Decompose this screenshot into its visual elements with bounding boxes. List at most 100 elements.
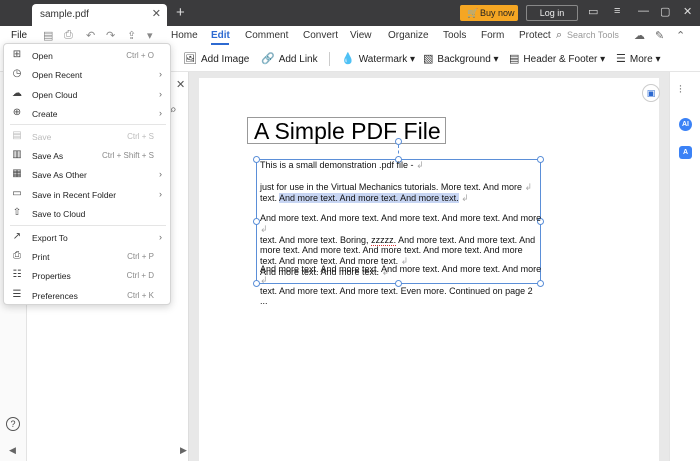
header-footer-icon: ▤ xyxy=(509,53,520,65)
shortcut-label: Ctrl + O xyxy=(126,51,154,60)
minimize-icon[interactable]: — xyxy=(638,5,649,17)
menu-separator xyxy=(10,124,166,125)
file-menu-label: Properties xyxy=(32,271,71,281)
line-1: This is a small demonstration .pdf file … xyxy=(260,160,414,170)
file-menu-item-open-cloud[interactable]: ☁ Open Cloud › xyxy=(8,86,168,104)
translate-icon[interactable]: A xyxy=(679,146,692,159)
customize-icon[interactable]: ▾ xyxy=(147,29,153,42)
add-image-button[interactable]: 🖼 Add Image xyxy=(183,52,249,65)
close-panel-icon[interactable]: ✕ xyxy=(176,78,185,91)
p3-line-2b: And more text. And more text. And xyxy=(398,234,536,245)
print-icon[interactable]: ⎙ xyxy=(64,29,73,42)
add-link-label: Add Link xyxy=(278,54,318,65)
close-window-icon[interactable]: ✕ xyxy=(683,5,692,18)
more-button[interactable]: ☰ More ▾ xyxy=(616,52,660,65)
toolbar-divider xyxy=(329,52,330,66)
text-line: text. And more text. And more text. And … xyxy=(260,192,469,203)
search-tools-input[interactable]: Search Tools xyxy=(567,30,619,40)
close-tab-icon[interactable]: ✕ xyxy=(152,7,161,20)
file-menu-item-save-in-recent-folder[interactable]: ▭ Save in Recent Folder › xyxy=(8,186,168,204)
p2-line-1: just for use in the Virtual Mechanics tu… xyxy=(260,182,522,192)
chevron-right-icon: › xyxy=(159,89,162,99)
shortcut-label: Ctrl + D xyxy=(126,271,154,280)
header-footer-label: Header & Footer xyxy=(523,54,598,65)
rotate-handle[interactable] xyxy=(395,138,402,145)
file-menu-item-properties[interactable]: ☷ Properties Ctrl + D xyxy=(8,267,168,285)
search-icon: ⌕ xyxy=(556,29,563,41)
resize-handle-ml[interactable] xyxy=(253,218,260,225)
file-menu-item-preferences[interactable]: ☰ Preferences Ctrl + K xyxy=(8,287,168,305)
collapse-ribbon-icon[interactable]: ⌃ xyxy=(676,29,685,42)
menu-protect[interactable]: Protect xyxy=(519,30,551,41)
save-other-icon: ▦ xyxy=(12,168,22,179)
properties-icon: ☷ xyxy=(12,269,22,280)
left-arrow-icon[interactable]: ◀ xyxy=(9,445,16,456)
menu-form[interactable]: Form xyxy=(481,30,504,41)
more-icon: ☰ xyxy=(616,53,626,65)
ai-float-icon[interactable]: ▣ xyxy=(642,84,660,102)
file-menu-item-save-as-other[interactable]: ▦ Save As Other › xyxy=(8,166,168,184)
chevron-right-icon: › xyxy=(159,169,162,179)
panel-search-icon[interactable]: ⌕ xyxy=(170,102,177,117)
title-bar: sample.pdf ✕ + 🛒 Buy now Log in ▭ ≡ — ▢ … xyxy=(0,0,700,26)
more-menu-icon[interactable]: ≡ xyxy=(614,5,620,17)
buy-now-button[interactable]: 🛒 Buy now xyxy=(460,5,518,21)
cloud-icon: ☁ xyxy=(12,88,22,99)
file-menu-label: Open Cloud xyxy=(32,90,78,100)
file-menu-item-open[interactable]: ⊞ Open Ctrl + O xyxy=(8,47,168,65)
file-menu-item-open-recent[interactable]: ◷ Open Recent › xyxy=(8,66,168,84)
cloud-icon[interactable]: ☁ xyxy=(634,29,645,42)
background-button[interactable]: ▧ Background ▾ xyxy=(423,52,499,65)
undo-icon[interactable]: ↶ xyxy=(86,29,95,42)
ai-assistant-icon[interactable]: AI xyxy=(679,118,692,131)
menu-convert[interactable]: Convert xyxy=(303,30,338,41)
menu-view[interactable]: View xyxy=(350,30,372,41)
file-menu-label: Save As xyxy=(32,151,64,161)
highlighted-text: And more text. And more text. And more t… xyxy=(279,192,459,203)
resize-handle-bl[interactable] xyxy=(253,280,260,287)
menu-organize[interactable]: Organize xyxy=(388,30,429,41)
export-icon: ↗ xyxy=(12,231,22,242)
menu-home[interactable]: Home xyxy=(171,30,198,41)
file-menu[interactable]: File xyxy=(11,30,27,41)
menu-tools[interactable]: Tools xyxy=(443,30,466,41)
text-paragraph-4: And more text. And more text. And more t… xyxy=(260,264,542,307)
feedback-icon[interactable]: ▭ xyxy=(588,5,598,18)
clock-icon: ◷ xyxy=(12,68,22,79)
redo-icon[interactable]: ↷ xyxy=(106,29,115,42)
maximize-icon[interactable]: ▢ xyxy=(660,5,670,18)
file-menu-label: Open xyxy=(32,51,53,61)
new-tab-icon[interactable]: + xyxy=(176,4,185,21)
link-icon: 🔗 xyxy=(261,53,275,65)
buy-now-label: Buy now xyxy=(480,8,515,18)
cart-icon: 🛒 xyxy=(467,8,479,18)
file-menu-item-save-to-cloud[interactable]: ⇧ Save to Cloud xyxy=(8,205,168,223)
resize-handle-tl[interactable] xyxy=(253,156,260,163)
save-icon[interactable]: ▤ xyxy=(43,29,53,42)
menu-comment[interactable]: Comment xyxy=(245,30,288,41)
cloud-upload-icon: ⇧ xyxy=(12,207,22,218)
watermark-icon: 💧 xyxy=(341,53,355,65)
p3-line-3: more text. And more text. And more text.… xyxy=(260,245,523,256)
chevron-right-icon: › xyxy=(159,232,162,242)
file-menu-item-create[interactable]: ⊕ Create › xyxy=(8,105,168,123)
edit-pen-icon[interactable]: ✎ xyxy=(655,29,664,42)
more-label: More xyxy=(629,54,653,65)
file-menu-item-export-to[interactable]: ↗ Export To › xyxy=(8,229,168,247)
menu-edit[interactable]: Edit xyxy=(211,30,230,41)
file-menu-item-print[interactable]: ⎙ Print Ctrl + P xyxy=(8,248,168,266)
document-tab[interactable]: sample.pdf ✕ xyxy=(32,4,167,26)
chevron-right-icon: › xyxy=(159,69,162,79)
share-icon[interactable]: ⇪ xyxy=(127,29,136,42)
add-link-button[interactable]: 🔗 Add Link xyxy=(261,52,318,65)
p4-line-2: text. And more text. And more text. Even… xyxy=(260,285,533,307)
help-icon[interactable]: ? xyxy=(6,417,20,431)
header-footer-button[interactable]: ▤ Header & Footer ▾ xyxy=(509,52,605,65)
watermark-button[interactable]: 💧 Watermark ▾ xyxy=(341,52,415,65)
file-dropdown-menu: ⊞ Open Ctrl + O ◷ Open Recent › ☁ Open Cloud › ⊕ C… xyxy=(3,43,171,305)
text-line: just for use in the Virtual Mechanics tu… xyxy=(260,182,533,192)
file-menu-item-save-as[interactable]: ▥ Save As Ctrl + Shift + S xyxy=(8,147,168,165)
login-button[interactable]: Log in xyxy=(526,5,578,21)
properties-panel-icon[interactable]: ⫶ xyxy=(679,84,682,97)
right-arrow-icon[interactable]: ▶ xyxy=(180,445,187,456)
